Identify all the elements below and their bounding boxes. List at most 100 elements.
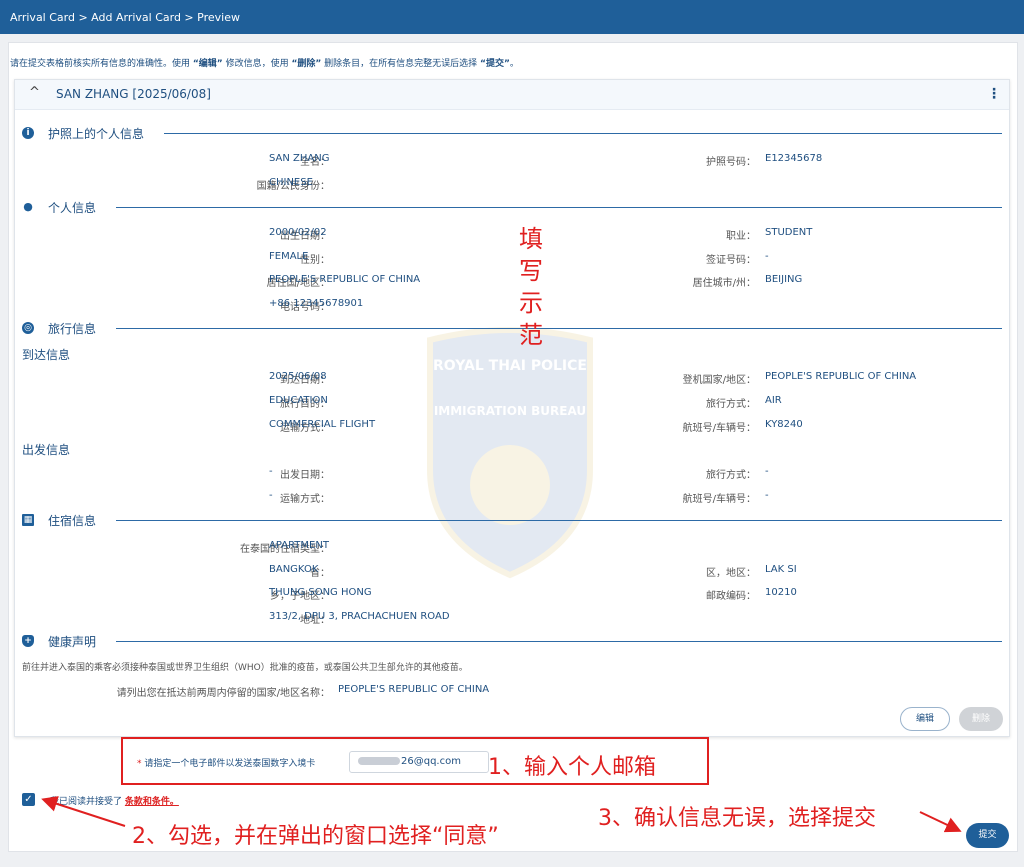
field-label: 运输方式：: [280, 494, 330, 505]
annotation-step3: 3、确认信息无误，选择提交: [598, 806, 876, 831]
field-value: +86 12345678901: [269, 298, 364, 309]
sample-char: 写: [519, 257, 543, 285]
more-options-icon[interactable]: ⋮: [987, 86, 1001, 102]
sample-char: 范: [519, 321, 543, 349]
field-value: EDUCATION: [269, 395, 328, 406]
field-value: E12345678: [765, 153, 823, 164]
field-label: 居住城市/州：: [692, 278, 756, 289]
required-star: *: [137, 759, 142, 769]
collapse-chevron-icon[interactable]: ^: [29, 85, 40, 100]
divider: [116, 328, 1002, 329]
annotation-step1: 1、输入个人邮箱: [488, 755, 656, 780]
field-value: BANGKOK: [269, 564, 319, 575]
field-value: -: [765, 490, 769, 501]
field-value: BEIJING: [765, 274, 803, 285]
field-value: KY8240: [765, 419, 803, 430]
immigration-bureau-watermark: ROYAL THAI POLICE IMMIGRATION BUREAU: [427, 327, 593, 579]
field-value: APARTMENT: [269, 540, 329, 551]
field-label: 航班号/车辆号：: [682, 494, 756, 505]
divider: [116, 641, 1002, 642]
card-header[interactable]: ^ SAN ZHANG [2025/06/08] ⋮: [15, 80, 1009, 110]
intro-text: 请在提交表格前核实所有信息的准确性。使用 “编辑” 修改信息，使用 “删除” 删…: [10, 56, 519, 69]
section-health: + 健康声明: [22, 632, 1002, 650]
annotation-step2: 2、勾选，并在弹出的窗口选择“同意”: [132, 824, 499, 849]
sample-label: 填 写 示 范: [516, 223, 546, 351]
field-value: THUNG SONG HONG: [269, 587, 372, 598]
field-value: FEMALE: [269, 251, 309, 262]
field-value: -: [765, 466, 769, 477]
email-label: * 请指定一个电子邮件以发送泰国数字入境卡: [137, 756, 315, 769]
field-value: PEOPLE'S REPUBLIC OF CHINA: [269, 274, 421, 285]
watermark-line2: IMMIGRATION BUREAU: [434, 404, 586, 418]
email-value: 26@qq.com: [401, 756, 461, 767]
field-label: 请列出您在抵达前两周内停留的国家/地区名称：: [116, 688, 330, 699]
intro-edit: “编辑”: [192, 59, 223, 69]
field-value: 10210: [765, 587, 797, 598]
divider: [116, 520, 1002, 521]
terms-link[interactable]: 条款和条件。: [125, 797, 179, 807]
person-icon: ●: [23, 200, 33, 213]
shield-icon: +: [22, 635, 34, 647]
field-value: STUDENT: [765, 227, 813, 238]
section-personal: ● 个人信息: [22, 198, 1002, 216]
section-accommodation: ▦ 住宿信息: [22, 511, 1002, 529]
intro-part: 。: [509, 59, 519, 69]
redacted-text: [358, 757, 400, 765]
field-value: PEOPLE'S REPUBLIC OF CHINA: [338, 684, 490, 695]
submit-button[interactable]: 提交: [966, 823, 1009, 848]
section-title: 旅行信息: [48, 322, 97, 336]
sample-char: 示: [519, 289, 543, 317]
field-value: AIR: [765, 395, 782, 406]
delete-button[interactable]: 删除: [959, 707, 1003, 731]
subsection-title: 出发信息: [22, 443, 71, 457]
intro-part: 修改信息，使用: [222, 59, 292, 69]
card-title: SAN ZHANG [2025/06/08]: [56, 87, 211, 101]
watermark-line1: ROYAL THAI POLICE: [433, 358, 587, 374]
field-value: PEOPLE'S REPUBLIC OF CHINA: [765, 371, 917, 382]
subsection-title: 到达信息: [22, 348, 71, 362]
section-title: 健康声明: [48, 635, 97, 649]
field-value: 313/2, DPU 3, PRACHACHUEN ROAD: [269, 611, 450, 622]
info-icon: i: [22, 127, 34, 139]
section-title: 个人信息: [48, 201, 97, 215]
field-value: SAN ZHANG: [269, 153, 330, 164]
globe-icon: ◎: [22, 322, 34, 334]
field-value: 2025/06/08: [269, 371, 327, 382]
field-value: -: [765, 251, 769, 262]
divider: [164, 133, 1002, 134]
field-value: CHINESE: [269, 177, 313, 188]
health-note: 前往并进入泰国的乘客必须接种泰国或世界卫生组织（WHO）批准的疫苗，或泰国公共卫…: [22, 663, 468, 673]
field-label: 登机国家/地区：: [682, 375, 756, 386]
divider: [116, 207, 1002, 208]
field-value: -: [269, 490, 273, 501]
field-value: -: [269, 466, 273, 477]
field-label: 航班号/车辆号：: [682, 423, 756, 434]
field-label: 出发日期：: [280, 470, 330, 481]
field-value: 2000/02/02: [269, 227, 327, 238]
section-travel: ◎ 旅行信息: [22, 319, 1002, 337]
intro-part: 请在提交表格前核实所有信息的准确性。使用: [10, 59, 193, 69]
edit-button[interactable]: 编辑: [900, 707, 950, 731]
field-label: 护照号码：: [706, 157, 756, 168]
intro-delete: “删除”: [291, 59, 322, 69]
field-label: 区，地区：: [706, 568, 756, 579]
terms-text: 我已阅读并接受了: [50, 797, 123, 807]
sample-char: 填: [519, 225, 543, 253]
terms-label: 我已阅读并接受了 条款和条件。: [50, 794, 179, 807]
breadcrumb[interactable]: Arrival Card > Add Arrival Card > Previe…: [10, 11, 240, 24]
field-label: 职业：: [726, 231, 756, 242]
section-passport: i 护照上的个人信息: [22, 124, 1002, 142]
field-label: 签证号码：: [706, 255, 756, 266]
email-label-text: 请指定一个电子邮件以发送泰国数字入境卡: [144, 759, 316, 769]
intro-part: 删除条目，在所有信息完整无误后选择: [321, 59, 481, 69]
intro-submit: “提交”: [480, 59, 510, 69]
top-bar: Arrival Card > Add Arrival Card > Previe…: [0, 0, 1024, 34]
field-label: 旅行方式：: [706, 470, 756, 481]
email-field[interactable]: 26@qq.com: [349, 751, 489, 773]
section-title: 住宿信息: [48, 514, 97, 528]
field-value: COMMERCIAL FLIGHT: [269, 419, 376, 430]
field-label: 邮政编码：: [706, 591, 756, 602]
terms-checkbox[interactable]: ✓: [22, 793, 35, 806]
field-label: 旅行方式：: [706, 399, 756, 410]
building-icon: ▦: [22, 514, 34, 526]
